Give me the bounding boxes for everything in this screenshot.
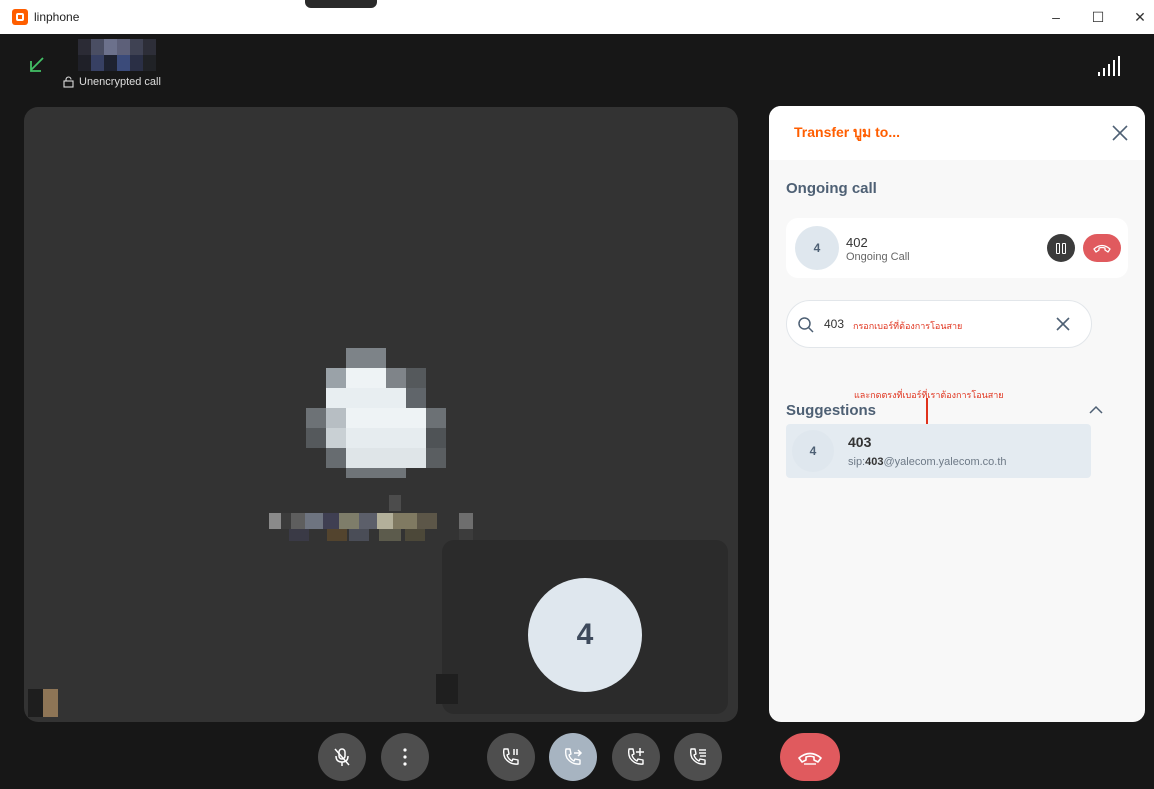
add-call-icon <box>627 748 644 765</box>
ongoing-call-heading: Ongoing call <box>786 180 877 197</box>
hang-up-icon <box>1093 244 1111 253</box>
ongoing-avatar: 4 <box>795 226 839 270</box>
search-icon <box>798 317 814 333</box>
transfer-title: Transfer บูม to... <box>794 124 901 140</box>
pause-call-toolbar-button[interactable] <box>487 733 535 781</box>
local-name-blurred <box>28 689 58 717</box>
local-avatar: 4 <box>528 578 642 692</box>
call-list-button[interactable] <box>674 733 722 781</box>
suggestion-number: 403 <box>848 434 872 450</box>
call-pause-icon <box>502 748 519 765</box>
close-window-button[interactable]: ✕ <box>1130 7 1150 27</box>
local-preview[interactable]: 4 <box>436 540 728 714</box>
add-call-button[interactable] <box>612 733 660 781</box>
maximize-button[interactable]: ☐ <box>1088 7 1108 27</box>
window-titlebar: linphone – ☐ ✕ <box>0 0 1154 34</box>
caller-name-blurred <box>78 39 156 71</box>
signal-strength-icon <box>1098 56 1120 76</box>
pause-call-button[interactable] <box>1047 234 1075 262</box>
remote-avatar-blurred <box>306 348 446 478</box>
encryption-label: Unencrypted call <box>79 76 161 88</box>
suggestion-avatar: 4 <box>792 430 834 472</box>
ongoing-call-card[interactable]: 4 402 Ongoing Call <box>786 218 1128 278</box>
local-preview-blur <box>436 674 458 704</box>
hang-up-button[interactable] <box>780 733 840 781</box>
chevron-up-icon[interactable] <box>1087 404 1105 416</box>
call-list-icon <box>689 748 706 765</box>
end-ongoing-call-button[interactable] <box>1083 234 1121 262</box>
remote-name-blurred <box>269 495 473 541</box>
clear-search-icon[interactable] <box>1054 315 1072 333</box>
window-notch <box>305 0 377 8</box>
encryption-status: Unencrypted call <box>63 76 161 88</box>
suggestion-sip-address: sip:403@yalecom.yalecom.co.th <box>848 456 1007 468</box>
transfer-search-box[interactable]: 403 กรอกเบอร์ที่ต้องการโอนสาย <box>786 300 1092 348</box>
close-panel-icon[interactable] <box>1109 122 1131 144</box>
suggestions-heading: Suggestions <box>786 402 877 419</box>
more-options-button[interactable] <box>381 733 429 781</box>
search-annotation: กรอกเบอร์ที่ต้องการโอนสาย <box>853 321 963 331</box>
mic-off-icon <box>334 748 350 766</box>
search-input[interactable]: 403 <box>824 317 844 331</box>
suggestion-item[interactable]: 4 403 sip:403@yalecom.yalecom.co.th <box>786 424 1091 478</box>
pause-icon <box>1056 242 1060 254</box>
mute-mic-button[interactable] <box>318 733 366 781</box>
more-vertical-icon <box>403 748 407 766</box>
call-transfer-icon <box>564 748 583 765</box>
ongoing-number: 402 <box>846 235 868 250</box>
lock-open-icon <box>63 76 74 88</box>
linphone-logo-icon <box>12 9 28 25</box>
minimize-button[interactable]: – <box>1046 7 1066 27</box>
ongoing-status: Ongoing Call <box>846 251 910 263</box>
window-title: linphone <box>34 10 80 24</box>
transfer-call-button[interactable] <box>549 733 597 781</box>
transfer-panel-header: Transfer บูม to... <box>769 106 1145 160</box>
incoming-call-arrow-icon <box>30 57 44 72</box>
hang-up-icon <box>798 752 822 765</box>
transfer-panel: Transfer บูม to... Ongoing call 4 402 On… <box>769 106 1145 722</box>
